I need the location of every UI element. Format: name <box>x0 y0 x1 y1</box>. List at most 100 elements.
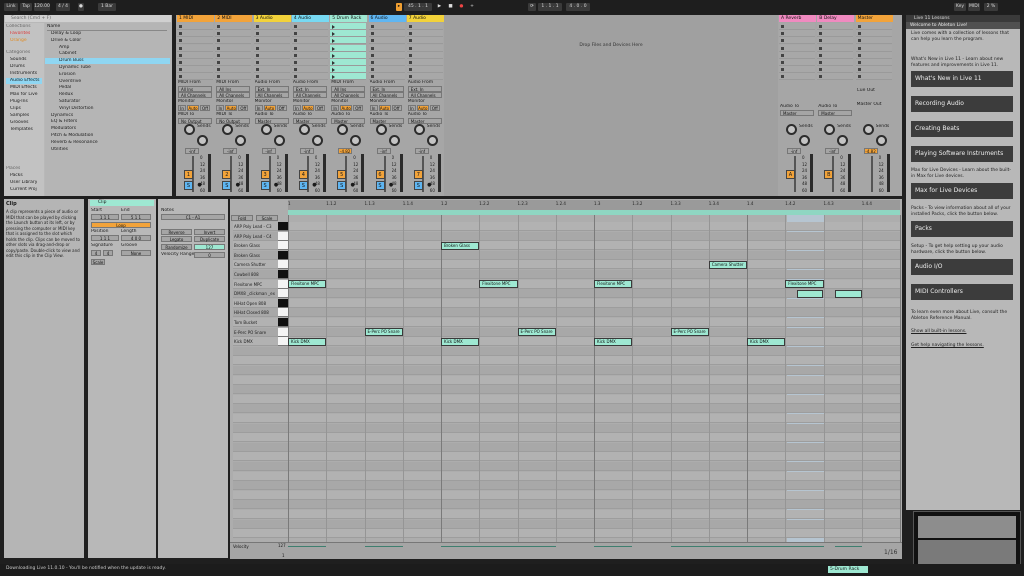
clip-slot[interactable] <box>253 30 290 38</box>
stop-clip-icon[interactable] <box>857 32 861 36</box>
scale-toggle[interactable]: Scale <box>91 259 105 265</box>
clip-slot[interactable] <box>215 23 252 30</box>
link-button[interactable]: Link <box>4 3 18 11</box>
lesson-button[interactable]: What's New in Live 11 <box>911 71 1013 87</box>
start-field[interactable]: 1 1 1 <box>91 214 119 220</box>
collection-orange[interactable]: Orange <box>10 38 27 44</box>
track-header[interactable]: 6 Audio <box>368 15 406 22</box>
stop-clip-icon[interactable] <box>217 68 221 72</box>
monitor-off-button[interactable]: Off <box>238 105 249 111</box>
monitor-auto-button[interactable]: Auto <box>301 105 314 111</box>
length-field[interactable]: 4 0 0 <box>121 235 151 241</box>
stop-clip-icon[interactable] <box>217 53 221 57</box>
clip-slot[interactable] <box>817 66 854 74</box>
category-item[interactable]: Audio Effects <box>6 78 42 84</box>
drop-zone[interactable]: Drop Files and Devices Here <box>444 15 778 196</box>
stop-clip-icon[interactable] <box>179 61 182 64</box>
clip-slot[interactable] <box>215 59 252 66</box>
send-b-knob[interactable] <box>311 135 323 146</box>
clip-slot[interactable] <box>855 66 892 74</box>
search-input[interactable]: Search (Cmd + F) <box>5 15 171 22</box>
clip-slot[interactable] <box>330 66 367 74</box>
clip-slot[interactable] <box>215 66 252 74</box>
stop-clip-icon[interactable] <box>255 61 259 64</box>
piano-roll-lane[interactable] <box>233 231 901 241</box>
stop-clip-icon[interactable] <box>293 32 297 36</box>
clip-slot[interactable] <box>368 44 405 52</box>
stop-clip-icon[interactable] <box>819 68 823 72</box>
volume-display[interactable]: -4.82 <box>863 148 878 154</box>
clip-slot[interactable] <box>779 66 815 74</box>
clip-slot[interactable] <box>779 44 815 52</box>
volume-display[interactable]: -inf <box>299 148 314 154</box>
monitor-auto-button[interactable]: Auto <box>416 105 429 111</box>
midi-note[interactable]: E-Perc PO Snare <box>670 328 709 337</box>
clip-slot[interactable] <box>291 51 328 59</box>
tap-button[interactable]: Tap <box>20 3 32 11</box>
velocity-marker[interactable] <box>834 546 862 547</box>
browser-item[interactable]: Drum Buss <box>45 58 170 65</box>
stop-clip-icon[interactable] <box>819 75 823 79</box>
stop-clip-icon[interactable] <box>781 46 784 50</box>
lesson-button[interactable]: MIDI Controllers <box>911 284 1013 300</box>
piano-key[interactable] <box>278 260 288 270</box>
monitor-auto-button[interactable]: Auto <box>187 105 199 111</box>
arm-button[interactable]: ● <box>348 181 357 190</box>
loop-start-field[interactable]: 1 . 1 . 1 <box>538 3 562 11</box>
piano-key[interactable] <box>278 250 288 260</box>
piano-key[interactable] <box>278 222 288 231</box>
volume-display[interactable]: -4.82 <box>338 148 353 154</box>
category-item[interactable]: Templates <box>6 127 42 133</box>
piano-roll-lane[interactable] <box>233 366 901 375</box>
piano-roll-lane[interactable] <box>233 404 901 414</box>
clip-slot[interactable] <box>406 51 443 59</box>
clip-slot[interactable] <box>330 37 367 45</box>
lesson-button[interactable]: Packs <box>911 221 1013 237</box>
loop-length-field[interactable]: 4 . 0 . 0 <box>566 3 590 11</box>
clip-slot[interactable] <box>855 73 892 81</box>
stop-clip-icon[interactable] <box>293 46 297 50</box>
piano-roll-lane[interactable] <box>233 423 901 433</box>
category-item[interactable]: Clips <box>6 106 42 112</box>
stop-clip-icon[interactable] <box>819 32 823 36</box>
volume-display[interactable]: -inf <box>376 148 391 154</box>
overview-thumbnail[interactable] <box>913 511 1021 571</box>
solo-button[interactable]: S <box>375 181 385 190</box>
scale-highlight-button[interactable]: Scale <box>256 215 278 221</box>
overdub-icon[interactable]: + <box>468 3 476 11</box>
groove-menu[interactable]: None <box>121 250 151 256</box>
stop-clip-icon[interactable] <box>370 61 374 64</box>
status-track-name[interactable]: 5-Drum Rack <box>828 566 868 573</box>
clip-slot[interactable] <box>177 30 213 38</box>
input-channel-menu[interactable]: All Channels <box>331 92 366 98</box>
stop-clip-icon[interactable] <box>857 53 861 57</box>
clip-slot[interactable] <box>291 44 328 52</box>
quantize-menu[interactable]: 1 Bar <box>98 3 116 11</box>
clip-slot[interactable] <box>215 30 252 38</box>
clip-slot[interactable] <box>779 51 815 59</box>
arrangement-position[interactable]: 45 . 1 . 1 <box>404 3 432 11</box>
stop-clip-icon[interactable] <box>408 32 412 36</box>
randomize-button[interactable]: Randomize <box>161 244 192 250</box>
piano-roll-lane[interactable] <box>233 298 901 308</box>
piano-roll-lane[interactable] <box>233 500 901 510</box>
clip-slot[interactable] <box>177 51 213 59</box>
stop-clip-icon[interactable] <box>179 68 182 72</box>
solo-button[interactable]: S <box>260 181 270 190</box>
volume-display[interactable]: -inf <box>787 148 801 154</box>
piano-roll-lane[interactable] <box>233 337 901 347</box>
stop-clip-icon[interactable] <box>408 46 412 50</box>
arm-button[interactable]: ● <box>425 181 434 190</box>
browser-item[interactable]: Pedal <box>45 85 170 91</box>
loop-icon[interactable]: ⟳ <box>528 3 536 11</box>
midi-map-button[interactable]: MIDI <box>968 3 980 11</box>
metronome-icon[interactable]: ● <box>78 3 84 11</box>
send-b-knob[interactable] <box>388 135 400 146</box>
clip-slot[interactable] <box>177 23 213 30</box>
send-b-knob[interactable] <box>273 135 285 146</box>
stop-clip-icon[interactable] <box>370 32 374 36</box>
category-item[interactable]: Drums <box>6 64 42 70</box>
stop-clip-icon[interactable] <box>370 39 374 43</box>
clip-slot[interactable] <box>368 23 405 30</box>
browser-item[interactable]: Saturator <box>45 99 170 105</box>
